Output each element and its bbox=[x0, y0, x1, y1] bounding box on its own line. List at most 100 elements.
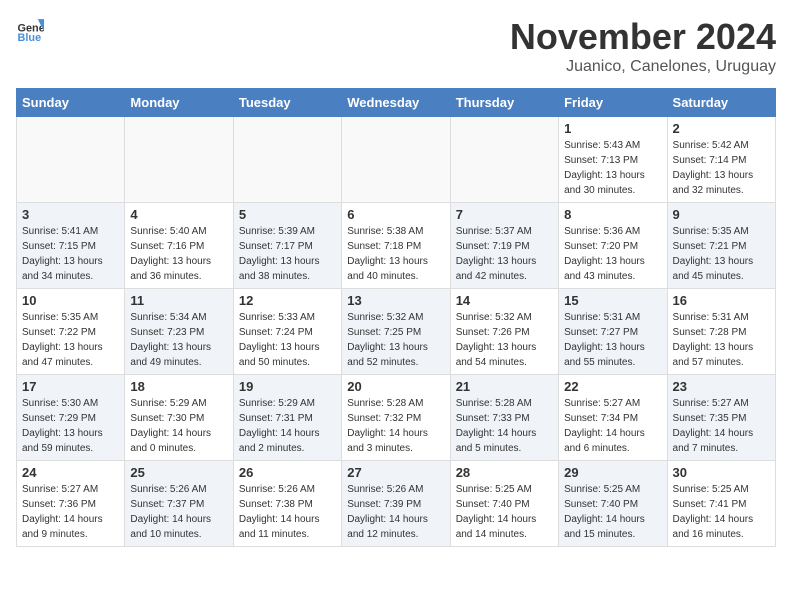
cell-info-line: and 57 minutes. bbox=[673, 355, 770, 370]
header-cell-monday: Monday bbox=[125, 89, 233, 117]
cell-info-line: Daylight: 13 hours bbox=[347, 254, 444, 269]
day-number: 23 bbox=[673, 379, 770, 394]
cell-info-line: Daylight: 14 hours bbox=[130, 512, 227, 527]
calendar-cell: 7Sunrise: 5:37 AMSunset: 7:19 PMDaylight… bbox=[450, 203, 558, 289]
cell-info-line: and 10 minutes. bbox=[130, 527, 227, 542]
calendar-row-3: 17Sunrise: 5:30 AMSunset: 7:29 PMDayligh… bbox=[17, 375, 776, 461]
calendar-row-0: 1Sunrise: 5:43 AMSunset: 7:13 PMDaylight… bbox=[17, 117, 776, 203]
cell-info-line: and 40 minutes. bbox=[347, 269, 444, 284]
calendar-cell: 25 Sunrise: 5:26 AMSunset: 7:37 PMDayligh… bbox=[125, 461, 233, 547]
cell-info-line: and 55 minutes. bbox=[564, 355, 661, 370]
header-cell-friday: Friday bbox=[559, 89, 667, 117]
cell-info-line: Sunset: 7:18 PM bbox=[347, 239, 444, 254]
cell-info-line: Sunset: 7:23 PM bbox=[130, 325, 227, 340]
cell-info-line: Sunset: 7:26 PM bbox=[456, 325, 553, 340]
cell-info-line: Daylight: 13 hours bbox=[456, 254, 553, 269]
day-number: 15 bbox=[564, 293, 661, 308]
calendar-cell: 17Sunrise: 5:30 AMSunset: 7:29 PMDayligh… bbox=[17, 375, 125, 461]
cell-info-line: and 12 minutes. bbox=[347, 527, 444, 542]
calendar-table: SundayMondayTuesdayWednesdayThursdayFrid… bbox=[16, 88, 776, 547]
day-number: 25 bbox=[130, 465, 227, 480]
calendar-cell: 27Sunrise: 5:26 AMSunset: 7:39 PMDayligh… bbox=[342, 461, 450, 547]
cell-info-line: Daylight: 13 hours bbox=[130, 340, 227, 355]
cell-info-line: Sunset: 7:31 PM bbox=[239, 411, 336, 426]
day-number: 16 bbox=[673, 293, 770, 308]
day-number: 24 bbox=[22, 465, 119, 480]
calendar-cell: 19Sunrise: 5:29 AMSunset: 7:31 PMDayligh… bbox=[233, 375, 341, 461]
cell-info-line: Sunrise: 5:42 AM bbox=[673, 138, 770, 153]
cell-info-line: Sunrise: 5:27 AM bbox=[22, 482, 119, 497]
cell-info-line: Sunrise: 5:32 AM bbox=[456, 310, 553, 325]
calendar-cell: 14Sunrise: 5:32 AMSunset: 7:26 PMDayligh… bbox=[450, 289, 558, 375]
logo: General Blue bbox=[16, 16, 44, 44]
cell-info-line: Sunset: 7:25 PM bbox=[347, 325, 444, 340]
title-area: November 2024 Juanico, Canelones, Urugua… bbox=[510, 16, 776, 76]
cell-info-line: Sunset: 7:35 PM bbox=[673, 411, 770, 426]
cell-info-line: Sunset: 7:32 PM bbox=[347, 411, 444, 426]
calendar-cell: 29Sunrise: 5:25 AMSunset: 7:40 PMDayligh… bbox=[559, 461, 667, 547]
cell-info-line: Daylight: 13 hours bbox=[564, 254, 661, 269]
cell-info-line: and 3 minutes. bbox=[347, 441, 444, 456]
calendar-cell: 24Sunrise: 5:27 AMSunset: 7:36 PMDayligh… bbox=[17, 461, 125, 547]
cell-info-line: Sunrise: 5:26 AM bbox=[347, 482, 444, 497]
day-number: 12 bbox=[239, 293, 336, 308]
cell-info-line: Sunrise: 5:35 AM bbox=[22, 310, 119, 325]
cell-info-line: Daylight: 14 hours bbox=[456, 426, 553, 441]
cell-info-line: Daylight: 14 hours bbox=[239, 426, 336, 441]
day-number: 20 bbox=[347, 379, 444, 394]
cell-info-line: Daylight: 13 hours bbox=[22, 426, 119, 441]
cell-info-line: Sunrise: 5:28 AM bbox=[456, 396, 553, 411]
cell-info-line: Sunrise: 5:27 AM bbox=[564, 396, 661, 411]
day-number: 14 bbox=[456, 293, 553, 308]
calendar-cell: 16Sunrise: 5:31 AMSunset: 7:28 PMDayligh… bbox=[667, 289, 775, 375]
day-number: 19 bbox=[239, 379, 336, 394]
cell-info-line: Sunset: 7:28 PM bbox=[673, 325, 770, 340]
cell-info-line: Daylight: 13 hours bbox=[673, 340, 770, 355]
calendar-cell: 8Sunrise: 5:36 AMSunset: 7:20 PMDaylight… bbox=[559, 203, 667, 289]
day-number: 11 bbox=[130, 293, 227, 308]
cell-info-line: and 54 minutes. bbox=[456, 355, 553, 370]
cell-info-line: Sunset: 7:34 PM bbox=[564, 411, 661, 426]
day-number: 9 bbox=[673, 207, 770, 222]
cell-info-line: Sunrise: 5:31 AM bbox=[564, 310, 661, 325]
cell-info-line: Sunrise: 5:38 AM bbox=[347, 224, 444, 239]
calendar-cell: 11Sunrise: 5:34 AMSunset: 7:23 PMDayligh… bbox=[125, 289, 233, 375]
cell-info-line: Sunrise: 5:27 AM bbox=[673, 396, 770, 411]
cell-info-line: and 45 minutes. bbox=[673, 269, 770, 284]
cell-info-line: Sunrise: 5:41 AM bbox=[22, 224, 119, 239]
day-number: 3 bbox=[22, 207, 119, 222]
day-number: 29 bbox=[564, 465, 661, 480]
calendar-cell: 10Sunrise: 5:35 AMSunset: 7:22 PMDayligh… bbox=[17, 289, 125, 375]
calendar-cell: 23 Sunrise: 5:27 AMSunset: 7:35 PMDayligh… bbox=[667, 375, 775, 461]
calendar-cell: 4Sunrise: 5:40 AMSunset: 7:16 PMDaylight… bbox=[125, 203, 233, 289]
cell-info-line: and 30 minutes. bbox=[564, 183, 661, 198]
day-number: 18 bbox=[130, 379, 227, 394]
cell-info-line: Daylight: 14 hours bbox=[564, 512, 661, 527]
header-cell-tuesday: Tuesday bbox=[233, 89, 341, 117]
cell-info-line: Daylight: 13 hours bbox=[239, 340, 336, 355]
cell-info-line: Sunset: 7:39 PM bbox=[347, 497, 444, 512]
cell-info-line: Daylight: 13 hours bbox=[347, 340, 444, 355]
cell-info-line: Sunrise: 5:37 AM bbox=[456, 224, 553, 239]
cell-info-line: Daylight: 14 hours bbox=[673, 426, 770, 441]
location-title: Juanico, Canelones, Uruguay bbox=[510, 58, 776, 76]
header-cell-thursday: Thursday bbox=[450, 89, 558, 117]
cell-info-line: Sunrise: 5:26 AM bbox=[130, 482, 227, 497]
cell-info-line: Sunrise: 5:32 AM bbox=[347, 310, 444, 325]
header: General Blue November 2024 Juanico, Cane… bbox=[16, 16, 776, 76]
calendar-cell: 22Sunrise: 5:27 AMSunset: 7:34 PMDayligh… bbox=[559, 375, 667, 461]
cell-info-line: Daylight: 14 hours bbox=[456, 512, 553, 527]
calendar-cell: 6Sunrise: 5:38 AMSunset: 7:18 PMDaylight… bbox=[342, 203, 450, 289]
header-cell-sunday: Sunday bbox=[17, 89, 125, 117]
cell-info-line: Sunset: 7:24 PM bbox=[239, 325, 336, 340]
cell-info-line: Sunrise: 5:43 AM bbox=[564, 138, 661, 153]
cell-info-line: Daylight: 14 hours bbox=[22, 512, 119, 527]
calendar-cell: 1Sunrise: 5:43 AMSunset: 7:13 PMDaylight… bbox=[559, 117, 667, 203]
cell-info-line: Daylight: 14 hours bbox=[239, 512, 336, 527]
calendar-cell: 26Sunrise: 5:26 AMSunset: 7:38 PMDayligh… bbox=[233, 461, 341, 547]
header-row: SundayMondayTuesdayWednesdayThursdayFrid… bbox=[17, 89, 776, 117]
calendar-cell bbox=[17, 117, 125, 203]
cell-info-line: Sunset: 7:37 PM bbox=[130, 497, 227, 512]
day-number: 2 bbox=[673, 121, 770, 136]
cell-info-line: Sunrise: 5:30 AM bbox=[22, 396, 119, 411]
